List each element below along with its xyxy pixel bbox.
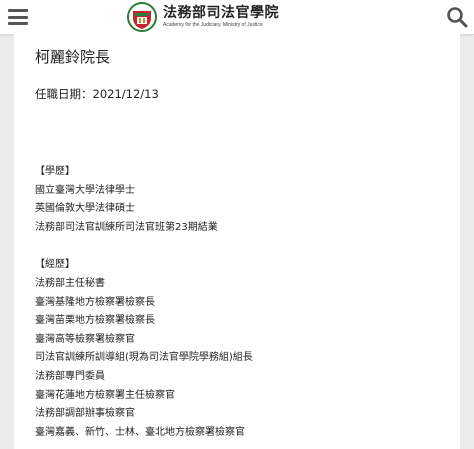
logo-name-english: Academy for the Judiciary, Ministry of J… — [163, 22, 263, 28]
education-item: 英國倫敦大學法律碩士 — [35, 203, 135, 214]
hamburger-menu-icon[interactable] — [8, 9, 28, 25]
experience-item: 法務部調部辦事檢察官 — [35, 408, 135, 419]
term-date: 任職日期：2021/12/13 — [35, 87, 159, 101]
education-heading: 【學歷】 — [35, 166, 75, 177]
academy-emblem-icon — [127, 2, 157, 32]
experience-item: 臺灣苗栗地方檢察署檢察長 — [35, 315, 155, 326]
experience-item: 臺灣嘉義、新竹、士林、臺北地方檢察署檢察官 — [35, 427, 245, 438]
education-item: 法務部司法官訓練所司法官班第23期結業 — [35, 222, 218, 233]
experience-item: 法務部專門委員 — [35, 371, 105, 382]
experience-item: 法務部主任秘書 — [35, 278, 105, 289]
experience-heading: 【經歷】 — [35, 259, 75, 270]
experience-item: 臺灣基隆地方檢察署檢察長 — [35, 297, 155, 308]
logo-name-chinese: 法務部司法官學院 — [163, 5, 279, 21]
experience-item: 臺灣花蓮地方檢察署主任檢察官 — [35, 390, 175, 401]
experience-item: 司法官訓練所訓導組(現為司法官學院學務組)組長 — [35, 352, 253, 363]
top-navigation-bar: 法務部司法官學院 Academy for the Judiciary, Mini… — [0, 0, 474, 35]
site-logo[interactable]: 法務部司法官學院 Academy for the Judiciary, Mini… — [127, 1, 279, 33]
education-item: 國立臺灣大學法律學士 — [35, 185, 135, 196]
page-title: 柯麗鈴院長 — [35, 48, 111, 66]
search-icon[interactable] — [446, 6, 468, 28]
experience-item: 臺灣高等檢察署檢察官 — [35, 334, 135, 345]
